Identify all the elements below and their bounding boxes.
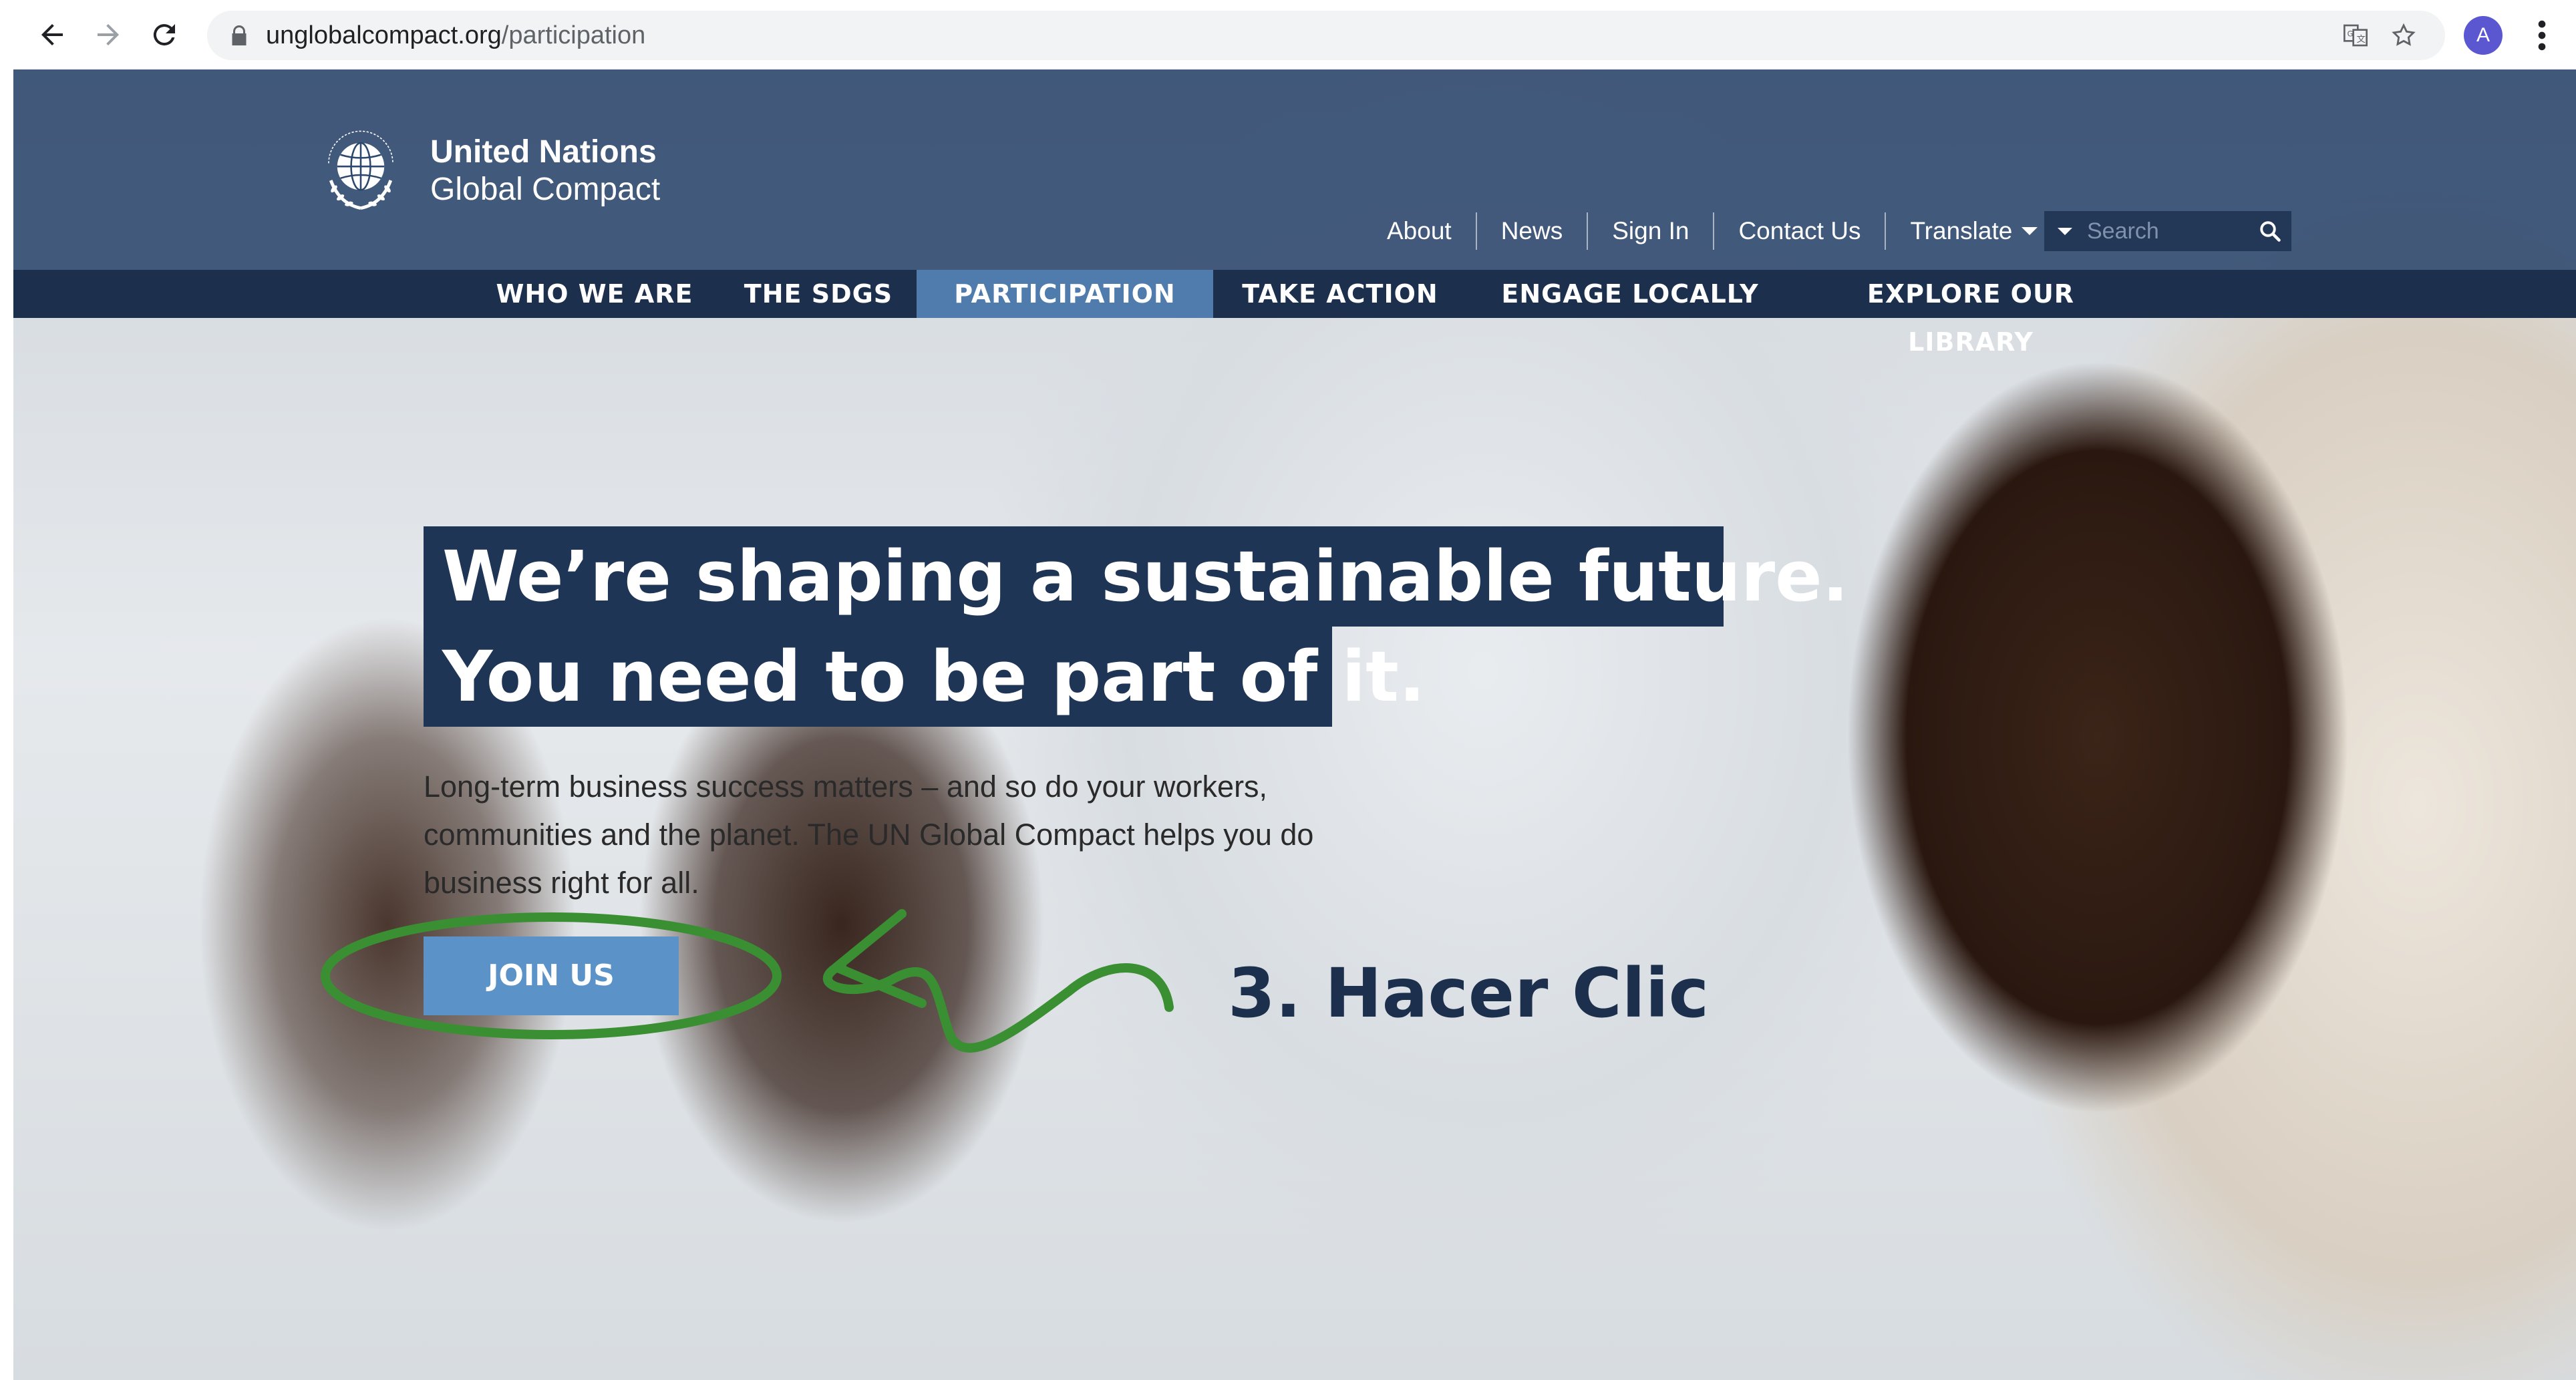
hero-body-line2: communities and the planet. The UN Globa… — [424, 818, 1314, 852]
util-link-sign-in[interactable]: Sign In — [1588, 212, 1715, 250]
address-bar[interactable]: unglobalcompact.org/participation G 文 — [207, 11, 2445, 60]
hero-body-line1: Long-term business success matters – and… — [424, 769, 1268, 804]
search-icon[interactable] — [2258, 219, 2282, 243]
nav-item-take-action[interactable]: TAKE ACTION — [1227, 270, 1454, 318]
util-link-about[interactable]: About — [1363, 212, 1477, 250]
util-link-contact-us[interactable]: Contact Us — [1714, 212, 1887, 250]
nav-item-explore-our-library[interactable]: EXPLORE OUR LIBRARY — [1810, 270, 2131, 357]
url-text[interactable]: unglobalcompact.org/participation — [266, 11, 645, 60]
back-arrow-icon[interactable] — [31, 13, 73, 56]
profile-avatar[interactable]: A — [2464, 16, 2503, 55]
nav-item-the-sdgs[interactable]: THE SDGS — [728, 270, 909, 318]
logo-line1: United Nations — [430, 134, 657, 170]
search-box — [2044, 211, 2291, 251]
join-us-button[interactable]: JOIN US — [424, 936, 679, 1015]
translate-page-icon[interactable]: G 文 — [2342, 22, 2369, 49]
lock-icon[interactable] — [227, 23, 251, 47]
forward-arrow-icon[interactable] — [87, 13, 130, 56]
un-emblem-icon[interactable] — [307, 116, 414, 223]
url-domain: unglobalcompact.org — [266, 21, 502, 49]
svg-text:G: G — [2348, 29, 2354, 39]
logo-wordmark[interactable]: United Nations Global Compact — [430, 134, 660, 208]
nav-item-who-we-are[interactable]: WHO WE ARE — [474, 270, 715, 318]
caret-down-icon — [2022, 227, 2038, 235]
hero-background: United Nations Global Compact About News… — [13, 69, 2576, 1380]
hero-headline-line2: You need to be part of it. — [424, 627, 1425, 727]
search-scope-caret-icon[interactable] — [2058, 227, 2072, 235]
main-nav: WHO WE ARE THE SDGS PARTICIPATION TAKE A… — [13, 270, 2576, 357]
nav-item-engage-locally[interactable]: ENGAGE LOCALLY — [1470, 270, 1790, 318]
url-path: /participation — [501, 21, 646, 49]
util-link-news[interactable]: News — [1477, 212, 1589, 250]
browser-toolbar: unglobalcompact.org/participation G 文 A — [0, 0, 2576, 69]
translate-dropdown[interactable]: Translate — [1886, 217, 2062, 245]
reload-icon[interactable] — [143, 13, 186, 56]
hero-body-line3: business right for all. — [424, 866, 699, 900]
annotation-label: 3. Hacer Clic — [1228, 954, 1710, 1033]
nav-item-participation[interactable]: PARTICIPATION — [917, 270, 1213, 318]
annotation-squiggle-arrow — [822, 960, 1174, 1053]
annotation-arrowhead — [832, 909, 927, 1008]
translate-label: Translate — [1910, 217, 2013, 244]
logo-line2: Global Compact — [430, 172, 661, 207]
hero-headline-line1: We’re shaping a sustainable future. — [424, 526, 1848, 627]
site-header: United Nations Global Compact About News… — [13, 69, 2576, 270]
search-input[interactable] — [2087, 218, 2254, 244]
bookmark-star-icon[interactable] — [2390, 22, 2417, 49]
kebab-menu-icon[interactable] — [2525, 16, 2559, 55]
utility-nav: About News Sign In Contact Us Translate — [1363, 212, 2062, 250]
svg-text:文: 文 — [2357, 34, 2366, 45]
hero-body-text: Long-term business success matters – and… — [424, 763, 1466, 907]
